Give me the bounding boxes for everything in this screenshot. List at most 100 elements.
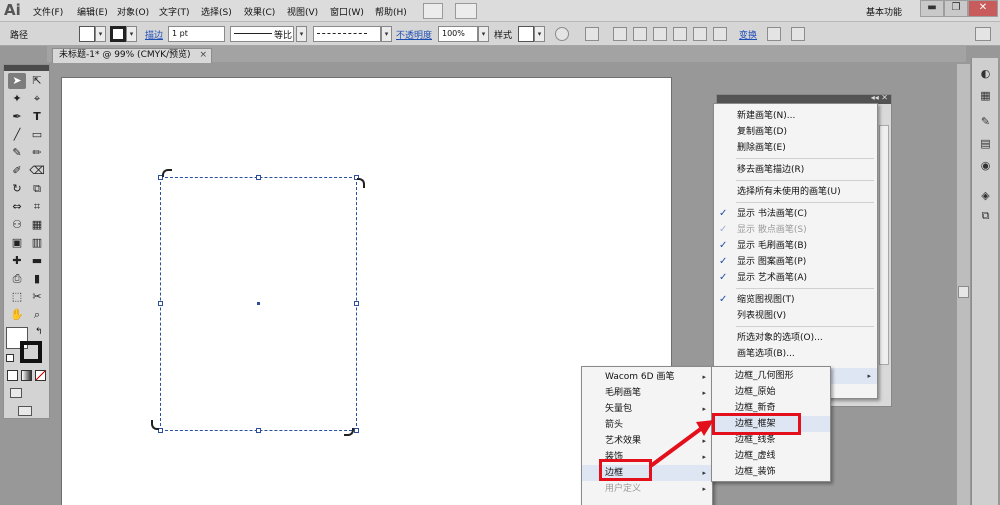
type-tool-icon[interactable]: T bbox=[28, 109, 46, 125]
perspective-grid-tool-icon[interactable]: ▦ bbox=[28, 217, 46, 233]
stroke-dropdown[interactable]: ▾ bbox=[126, 26, 137, 42]
blob-brush-tool-icon[interactable]: ✐ bbox=[8, 163, 26, 179]
fill-dropdown[interactable]: ▾ bbox=[95, 26, 106, 42]
swap-colors-icon[interactable]: ↰ bbox=[35, 327, 43, 337]
appearance-panel-icon[interactable]: ◉ bbox=[978, 158, 993, 173]
shape-builder-tool-icon[interactable]: ⚇ bbox=[8, 217, 26, 233]
brushes-panel-icon[interactable]: ✎ bbox=[978, 114, 993, 129]
menu-item-brush-options[interactable]: 画笔选项(B)... bbox=[714, 346, 877, 362]
vertical-scrollbar[interactable] bbox=[957, 64, 970, 505]
menu-item-delete-brush[interactable]: 删除画笔(E) bbox=[714, 140, 877, 156]
style-dropdown[interactable]: ▾ bbox=[534, 26, 545, 42]
border-item-primitive[interactable]: 边框_原始 bbox=[712, 384, 830, 400]
align-bottom-icon[interactable] bbox=[713, 27, 727, 41]
bounding-box-handle[interactable] bbox=[354, 428, 359, 433]
align-center-icon[interactable] bbox=[633, 27, 647, 41]
control-bar-menu-icon[interactable] bbox=[975, 27, 991, 41]
menu-item-new-brush[interactable]: 新建画笔(N)... bbox=[714, 108, 877, 124]
library-item-wacom[interactable]: Wacom 6D 画笔 ▸ bbox=[582, 369, 712, 385]
menu-item-duplicate-brush[interactable]: 复制画笔(D) bbox=[714, 124, 877, 140]
opacity-dropdown[interactable]: ▾ bbox=[478, 26, 489, 42]
menu-type[interactable]: 文字(T) bbox=[159, 5, 190, 18]
opacity-field[interactable]: 100% bbox=[438, 26, 478, 42]
blend-tool-icon[interactable]: ▬ bbox=[28, 253, 46, 269]
color-mode-icon[interactable] bbox=[7, 370, 18, 381]
scrollbar-thumb[interactable] bbox=[958, 286, 969, 298]
gradient-tool-icon[interactable]: ▥ bbox=[28, 235, 46, 251]
pen-tool-icon[interactable]: ✒ bbox=[8, 109, 26, 125]
align-to-icon[interactable] bbox=[585, 27, 599, 41]
menu-item-show-art[interactable]: ✓ 显示 艺术画笔(A) bbox=[714, 270, 877, 286]
border-item-geometric[interactable]: 边框_几何图形 bbox=[712, 368, 830, 384]
slice-tool-icon[interactable]: ✂ bbox=[28, 289, 46, 305]
menu-help[interactable]: 帮助(H) bbox=[375, 5, 407, 18]
selection-tool-icon[interactable]: ➤ bbox=[8, 73, 26, 89]
close-button[interactable]: ✕ bbox=[968, 0, 998, 17]
menu-window[interactable]: 窗口(W) bbox=[330, 5, 364, 18]
isolate-icon[interactable] bbox=[767, 27, 781, 41]
close-tab-icon[interactable]: × bbox=[199, 49, 207, 62]
rectangle-tool-icon[interactable]: ▭ bbox=[28, 127, 46, 143]
zoom-tool-icon[interactable]: ⌕ bbox=[28, 307, 46, 323]
bounding-box-handle[interactable] bbox=[354, 301, 359, 306]
menu-file[interactable]: 文件(F) bbox=[33, 5, 63, 18]
symbol-sprayer-tool-icon[interactable]: ⎙ bbox=[8, 271, 26, 287]
document-tab[interactable]: 未标题-1* @ 99% (CMYK/预览) × bbox=[52, 48, 212, 63]
magic-wand-tool-icon[interactable]: ✦ bbox=[8, 91, 26, 107]
eyedropper-tool-icon[interactable]: ✚ bbox=[8, 253, 26, 269]
collapse-icon[interactable]: ◂◂ ✕ bbox=[871, 93, 888, 102]
menu-item-show-bristle[interactable]: ✓ 显示 毛刷画笔(B) bbox=[714, 238, 877, 254]
stroke-color-swatch[interactable] bbox=[20, 341, 42, 363]
panel-menu-icon[interactable] bbox=[791, 27, 805, 41]
bounding-box-handle[interactable] bbox=[158, 301, 163, 306]
color-panel-icon[interactable]: ◐ bbox=[978, 66, 993, 81]
menu-object[interactable]: 对象(O) bbox=[117, 5, 149, 18]
menu-item-list-view[interactable]: 列表视图(V) bbox=[714, 308, 877, 324]
scale-tool-icon[interactable]: ⧉ bbox=[28, 181, 46, 197]
border-item-decorative[interactable]: 边框_装饰 bbox=[712, 464, 830, 480]
tools-panel-header[interactable] bbox=[4, 65, 49, 71]
brushes-panel-scrollbar[interactable] bbox=[879, 125, 889, 365]
stroke-swatch[interactable] bbox=[110, 26, 126, 42]
brush-definition-dropdown[interactable]: ▾ bbox=[381, 26, 392, 42]
artboard-tool-icon[interactable]: ⬚ bbox=[8, 289, 26, 305]
align-right-icon[interactable] bbox=[653, 27, 667, 41]
minimize-button[interactable]: ▬ bbox=[920, 0, 944, 17]
gradient-panel-icon[interactable]: ▤ bbox=[978, 136, 993, 151]
fill-swatch[interactable] bbox=[79, 26, 95, 42]
lasso-tool-icon[interactable]: ⌖ bbox=[28, 91, 46, 107]
restore-button[interactable]: ❐ bbox=[944, 0, 968, 17]
recolor-icon[interactable] bbox=[555, 27, 569, 41]
menu-item-show-pattern[interactable]: ✓ 显示 图案画笔(P) bbox=[714, 254, 877, 270]
library-item-bristle[interactable]: 毛刷画笔 ▸ bbox=[582, 385, 712, 401]
mesh-tool-icon[interactable]: ▣ bbox=[8, 235, 26, 251]
eraser-tool-icon[interactable]: ⌫ bbox=[28, 163, 46, 179]
direct-selection-tool-icon[interactable]: ⇱ bbox=[28, 73, 46, 89]
swatches-panel-icon[interactable]: ▦ bbox=[978, 88, 993, 103]
graphic-style-swatch[interactable] bbox=[518, 26, 534, 42]
line-tool-icon[interactable]: ╱ bbox=[8, 127, 26, 143]
bounding-box-handle[interactable] bbox=[256, 428, 261, 433]
menu-edit[interactable]: 编辑(E) bbox=[77, 5, 108, 18]
paintbrush-tool-icon[interactable]: ✎ bbox=[8, 145, 26, 161]
pencil-tool-icon[interactable]: ✏ bbox=[28, 145, 46, 161]
menu-item-show-calligraphic[interactable]: ✓ 显示 书法画笔(C) bbox=[714, 206, 877, 222]
menu-item-show-scatter[interactable]: ✓ 显示 散点画笔(S) bbox=[714, 222, 877, 238]
layers-panel-icon[interactable]: ◈ bbox=[978, 188, 993, 203]
free-transform-tool-icon[interactable]: ⌗ bbox=[28, 199, 46, 215]
align-left-icon[interactable] bbox=[613, 27, 627, 41]
width-tool-icon[interactable]: ⇔ bbox=[8, 199, 26, 215]
menu-select[interactable]: 选择(S) bbox=[201, 5, 232, 18]
menu-effect[interactable]: 效果(C) bbox=[244, 5, 275, 18]
menu-item-thumbnail-view[interactable]: ✓ 缩览图视图(T) bbox=[714, 292, 877, 308]
align-middle-icon[interactable] bbox=[693, 27, 707, 41]
library-item-user-defined[interactable]: 用户定义 ▸ bbox=[582, 481, 712, 497]
bridge-icon[interactable] bbox=[423, 3, 443, 19]
border-item-dashed[interactable]: 边框_虚线 bbox=[712, 448, 830, 464]
column-graph-tool-icon[interactable]: ▮ bbox=[28, 271, 46, 287]
menu-item-options-of-selected[interactable]: 所选对象的选项(O)... bbox=[714, 330, 877, 346]
workspace-switcher[interactable]: 基本功能 bbox=[866, 5, 902, 18]
profile-dropdown[interactable]: ▾ bbox=[296, 26, 307, 42]
menu-view[interactable]: 视图(V) bbox=[287, 5, 318, 18]
bounding-box-handle[interactable] bbox=[256, 175, 261, 180]
